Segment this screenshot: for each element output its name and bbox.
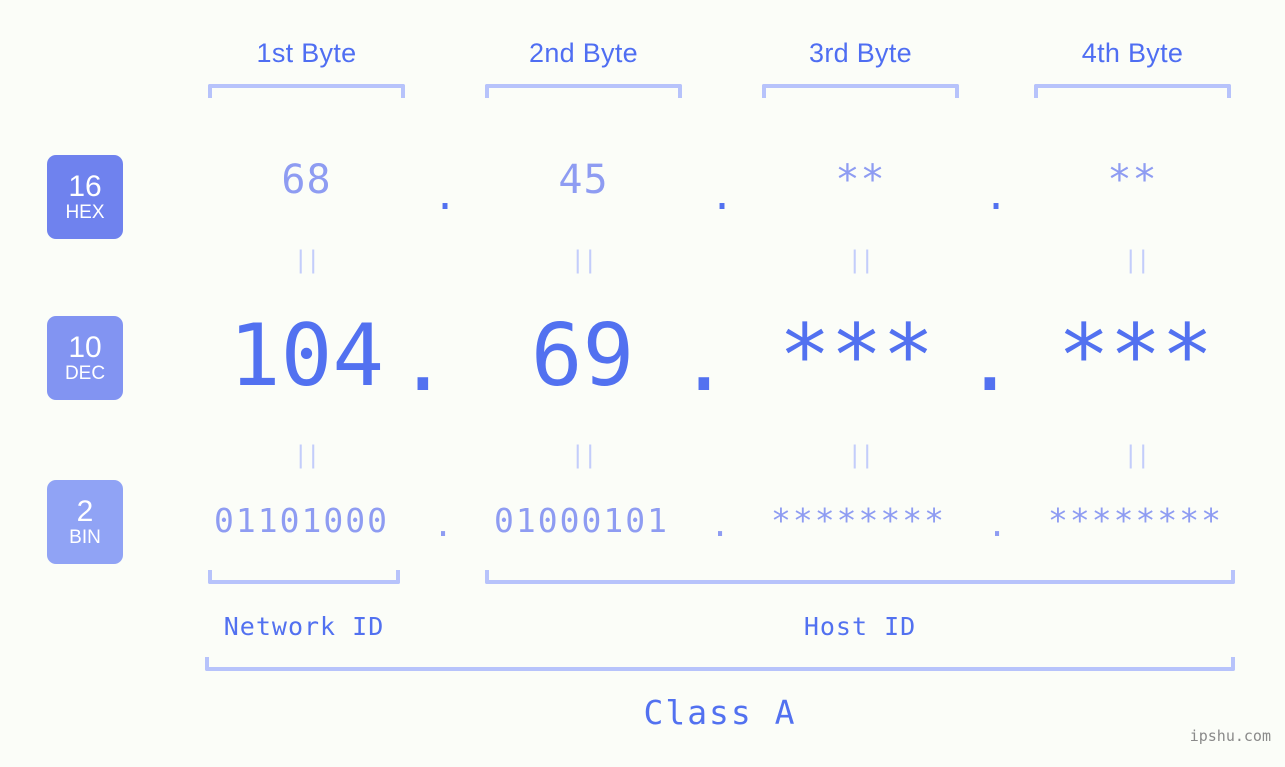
base-badge-hex-number: 16 bbox=[68, 169, 102, 203]
class-bracket bbox=[205, 657, 1235, 671]
dec-octet-2: 69 bbox=[530, 306, 635, 406]
byte-header-1: 1st Byte bbox=[256, 38, 357, 68]
byte-bracket-1 bbox=[208, 84, 405, 98]
bin-separator-2: . bbox=[710, 505, 730, 544]
equals-hex-dec-4: || bbox=[1123, 246, 1151, 274]
equals-hex-dec-2: || bbox=[570, 246, 598, 274]
hex-octet-4: ** bbox=[1107, 157, 1158, 203]
bin-octet-3: ******** bbox=[771, 501, 946, 540]
class-label: Class A bbox=[643, 693, 797, 732]
dec-separator-3: . bbox=[964, 311, 1016, 411]
base-badge-bin: 2 BIN bbox=[47, 480, 123, 564]
bin-octet-4: ******** bbox=[1048, 501, 1223, 540]
byte-bracket-2 bbox=[485, 84, 682, 98]
network-id-label: Network ID bbox=[223, 612, 385, 641]
byte-bracket-3 bbox=[762, 84, 959, 98]
equals-dec-bin-2: || bbox=[570, 441, 598, 469]
site-watermark: ipshu.com bbox=[1189, 727, 1271, 745]
host-id-label: Host ID bbox=[803, 612, 917, 641]
dec-octet-1: 104 bbox=[228, 306, 385, 406]
equals-hex-dec-3: || bbox=[847, 246, 875, 274]
dec-octet-3: *** bbox=[778, 306, 935, 406]
hex-octet-2: 45 bbox=[558, 157, 609, 203]
hex-octet-3: ** bbox=[835, 157, 886, 203]
ip-address-breakdown-diagram: 1st Byte 2nd Byte 3rd Byte 4th Byte 16 H… bbox=[0, 0, 1285, 767]
byte-bracket-4 bbox=[1034, 84, 1231, 98]
equals-dec-bin-4: || bbox=[1123, 441, 1151, 469]
hex-separator-2: . bbox=[709, 173, 735, 219]
byte-header-2: 2nd Byte bbox=[529, 38, 638, 68]
hex-separator-1: . bbox=[432, 173, 458, 219]
byte-header-4: 4th Byte bbox=[1081, 38, 1184, 68]
dec-separator-2: . bbox=[678, 311, 730, 411]
base-badge-bin-name: BIN bbox=[69, 526, 101, 548]
equals-dec-bin-3: || bbox=[847, 441, 875, 469]
bin-separator-3: . bbox=[987, 505, 1007, 544]
base-badge-bin-number: 2 bbox=[76, 494, 94, 528]
base-badge-dec-name: DEC bbox=[64, 362, 106, 384]
equals-hex-dec-1: || bbox=[293, 246, 321, 274]
base-badge-hex: 16 HEX bbox=[47, 155, 123, 239]
bin-octet-2: 01000101 bbox=[494, 501, 669, 540]
hex-separator-3: . bbox=[983, 173, 1009, 219]
base-badge-hex-name: HEX bbox=[65, 201, 105, 223]
network-id-bracket bbox=[208, 570, 400, 584]
bin-octet-1: 01101000 bbox=[214, 501, 389, 540]
dec-separator-1: . bbox=[397, 311, 449, 411]
bin-separator-1: . bbox=[433, 505, 453, 544]
host-id-bracket bbox=[485, 570, 1235, 584]
dec-octet-4: *** bbox=[1057, 306, 1214, 406]
byte-header-3: 3rd Byte bbox=[809, 38, 912, 68]
equals-dec-bin-1: || bbox=[293, 441, 321, 469]
hex-octet-1: 68 bbox=[281, 157, 332, 203]
base-badge-dec: 10 DEC bbox=[47, 316, 123, 400]
base-badge-dec-number: 10 bbox=[68, 330, 102, 364]
